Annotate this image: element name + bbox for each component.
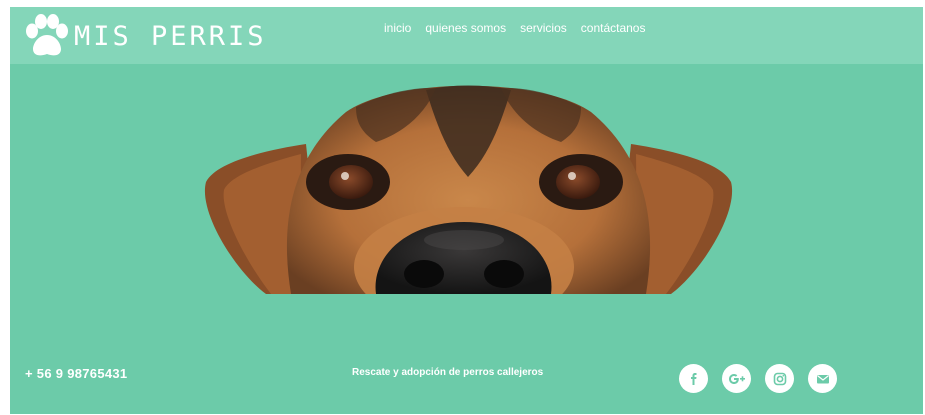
instagram-icon <box>773 372 786 385</box>
nav-link-servicios[interactable]: servicios <box>520 20 567 36</box>
nav-menu: inicio quienes somos servicios contáctan… <box>384 20 645 36</box>
google-plus-button[interactable] <box>722 364 751 393</box>
email-icon <box>816 374 829 383</box>
brand-name: MIS PERRIS <box>74 20 267 52</box>
google-plus-icon <box>728 373 745 384</box>
brand-logo[interactable]: MIS PERRIS <box>24 14 267 58</box>
hero-dog-image <box>204 85 733 294</box>
footer-tagline: Rescate y adopción de perros callejeros <box>352 367 544 378</box>
facebook-icon <box>690 372 696 385</box>
email-button[interactable] <box>808 364 837 393</box>
instagram-button[interactable] <box>765 364 794 393</box>
nav-link-inicio[interactable]: inicio <box>384 20 411 36</box>
paw-icon <box>26 14 68 56</box>
phone-number: + 56 9 98765431 <box>25 366 128 381</box>
nav-link-contactanos[interactable]: contáctanos <box>581 20 646 36</box>
facebook-button[interactable] <box>679 364 708 393</box>
social-links <box>679 364 837 393</box>
nav-link-quienes-somos[interactable]: quienes somos <box>425 20 506 36</box>
navbar: MIS PERRIS inicio quienes somos servicio… <box>10 7 923 64</box>
page: MIS PERRIS inicio quienes somos servicio… <box>10 7 923 414</box>
